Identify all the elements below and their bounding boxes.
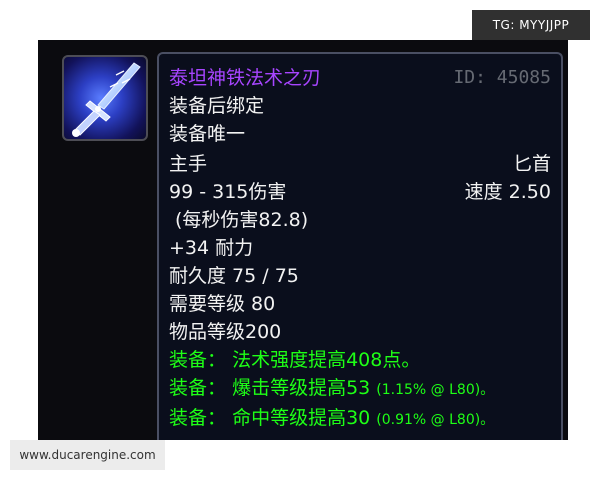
watermark-bottom: www.ducarengine.com <box>10 440 165 470</box>
slot-row: 主手 匕首 <box>169 152 551 176</box>
equip-detail: (1.15% @ L80)。 <box>376 382 495 398</box>
equip-detail: (0.91% @ L80)。 <box>376 412 495 428</box>
equip-effect: 装备： 命中等级提高30 (0.91% @ L80)。 <box>169 406 551 432</box>
watermark-top: TG: MYYJJPP <box>472 10 590 40</box>
unique-text: 装备唯一 <box>169 123 246 145</box>
equip-prefix: 装备： <box>169 377 227 399</box>
item-id: ID: 45085 <box>453 67 551 88</box>
weapon-type-text: 匕首 <box>512 153 551 175</box>
equip-text: 法术强度提高408点。 <box>232 349 421 371</box>
durability-text: 耐久度 75 / 75 <box>169 265 299 287</box>
speed-text: 速度 2.50 <box>464 181 551 203</box>
item-header-row: 泰坦神铁法术之刃 ID: 45085 <box>169 66 551 90</box>
equip-text: 爆击等级提高53 <box>232 377 371 399</box>
sword-icon <box>72 62 141 137</box>
equip-prefix: 装备： <box>169 349 227 371</box>
slot-text: 主手 <box>169 153 208 175</box>
stamina-text: +34 耐力 <box>169 237 254 259</box>
item-tooltip: 泰坦神铁法术之刃 ID: 45085 装备后绑定 装备唯一 主手 匕首 99 -… <box>157 52 563 440</box>
equip-text: 命中等级提高30 <box>232 407 371 429</box>
damage-text: 99 - 315伤害 <box>169 181 287 203</box>
required-level-text: 需要等级 80 <box>169 293 276 315</box>
equip-effect: 装备： 爆击等级提高53 (1.15% @ L80)。 <box>169 376 551 402</box>
item-level-text: 物品等级200 <box>169 321 282 343</box>
binding-text: 装备后绑定 <box>169 95 265 117</box>
screenshot-stage: 泰坦神铁法术之刃 ID: 45085 装备后绑定 装备唯一 主手 匕首 99 -… <box>0 0 600 480</box>
equip-prefix: 装备： <box>169 407 227 429</box>
dps-text: (每秒伤害82.8) <box>175 209 309 231</box>
equip-effect: 装备： 法术强度提高408点。 <box>169 348 551 372</box>
item-name: 泰坦神铁法术之刃 <box>169 67 322 89</box>
item-icon-slot[interactable] <box>62 55 148 141</box>
damage-row: 99 - 315伤害 速度 2.50 <box>169 180 551 204</box>
